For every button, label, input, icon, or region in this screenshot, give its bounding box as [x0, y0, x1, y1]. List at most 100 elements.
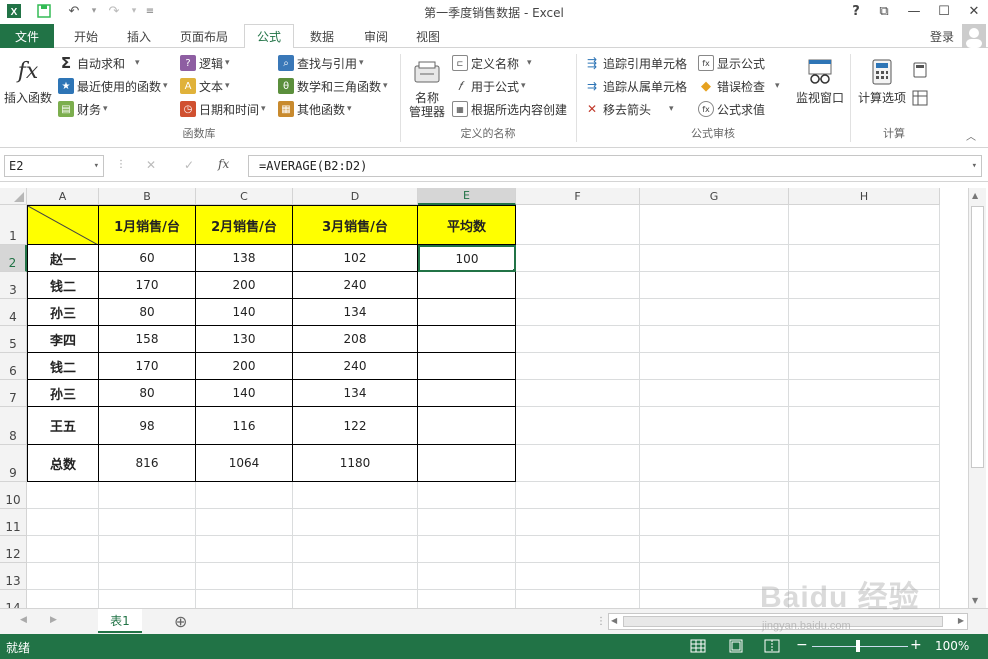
cell[interactable]: [789, 245, 940, 272]
avatar[interactable]: [962, 24, 986, 48]
zoom-in-icon[interactable]: +: [910, 637, 922, 653]
table-cell[interactable]: 240: [293, 272, 418, 299]
table-cell[interactable]: 130: [196, 326, 293, 353]
table-cell[interactable]: 200: [196, 353, 293, 380]
row-header-1[interactable]: 1: [0, 205, 27, 245]
row-header-7[interactable]: 7: [0, 380, 27, 407]
cell[interactable]: [640, 205, 789, 245]
cell[interactable]: [418, 563, 516, 590]
cell[interactable]: [789, 536, 940, 563]
vertical-scrollbar[interactable]: ▲ ▼: [968, 188, 986, 608]
cell[interactable]: [789, 299, 940, 326]
add-sheet-icon[interactable]: ⊕: [174, 612, 187, 631]
row-header-2[interactable]: 2: [0, 245, 27, 272]
cell[interactable]: [640, 380, 789, 407]
cell[interactable]: [27, 590, 99, 608]
insert-function-icon[interactable]: fx: [218, 157, 229, 171]
name-manager-button[interactable]: 名称 管理器: [406, 56, 448, 119]
tab-data[interactable]: 数据: [298, 24, 346, 48]
table-cell[interactable]: 1064: [196, 445, 293, 482]
cell[interactable]: [27, 536, 99, 563]
scroll-left-icon[interactable]: ◀: [611, 616, 617, 625]
table-header-cell[interactable]: 2月销售/台: [196, 205, 293, 245]
cell[interactable]: [640, 482, 789, 509]
table-cell[interactable]: 60: [99, 245, 196, 272]
column-header-e[interactable]: E: [418, 188, 516, 205]
table-cell[interactable]: 1180: [293, 445, 418, 482]
tab-page-layout[interactable]: 页面布局: [168, 24, 240, 48]
name-box[interactable]: E2 ▾: [4, 155, 104, 177]
row-header-9[interactable]: 9: [0, 445, 27, 482]
cell[interactable]: [418, 590, 516, 608]
calculate-now-icon[interactable]: [912, 62, 928, 78]
table-cell[interactable]: 200: [196, 272, 293, 299]
more-functions-button[interactable]: ▦ 其他函数 ▾: [278, 99, 352, 119]
row-header-13[interactable]: 13: [0, 563, 27, 590]
cell[interactable]: [640, 445, 789, 482]
cell[interactable]: [99, 563, 196, 590]
cell[interactable]: [789, 407, 940, 445]
table-cell[interactable]: 158: [99, 326, 196, 353]
show-formulas-button[interactable]: fx 显示公式: [698, 53, 765, 73]
cell[interactable]: [640, 272, 789, 299]
prev-sheet-icon[interactable]: ◀: [20, 615, 27, 625]
cell[interactable]: [293, 563, 418, 590]
close-button[interactable]: ✕: [960, 0, 988, 22]
cell[interactable]: [516, 407, 640, 445]
cell[interactable]: [99, 536, 196, 563]
row-header-12[interactable]: 12: [0, 536, 27, 563]
table-cell[interactable]: 816: [99, 445, 196, 482]
table-cell[interactable]: 122: [293, 407, 418, 445]
cell[interactable]: [196, 536, 293, 563]
table-cell[interactable]: [418, 353, 516, 380]
insert-function-button[interactable]: fx 插入函数: [4, 56, 52, 106]
page-break-view-icon[interactable]: [764, 639, 780, 653]
scroll-right-icon[interactable]: ▶: [958, 616, 964, 625]
help-button[interactable]: ?: [842, 0, 870, 22]
row-header-14[interactable]: 14: [0, 590, 27, 608]
text-button[interactable]: A 文本 ▾: [180, 76, 230, 96]
datetime-button[interactable]: ◷ 日期和时间 ▾: [180, 99, 266, 119]
trace-precedents-button[interactable]: ⇶ 追踪引用单元格: [584, 53, 687, 73]
table-header-cell[interactable]: 3月销售/台: [293, 205, 418, 245]
watch-window-button[interactable]: 监视窗口: [794, 56, 846, 105]
tab-file[interactable]: 文件: [0, 24, 54, 48]
define-name-button[interactable]: ⊏ 定义名称 ▾: [452, 53, 532, 73]
cell[interactable]: [418, 536, 516, 563]
error-checking-button[interactable]: ◆ 错误检查 ▾: [698, 76, 780, 96]
scroll-up-icon[interactable]: ▲: [972, 191, 978, 200]
lookup-reference-button[interactable]: ⌕ 查找与引用 ▾: [278, 53, 364, 73]
row-label-cell[interactable]: 李四: [27, 326, 99, 353]
zoom-slider[interactable]: [812, 646, 908, 647]
column-header-c[interactable]: C: [196, 188, 293, 205]
row-label-cell[interactable]: 钱二: [27, 353, 99, 380]
calculation-options-button[interactable]: 计算选项: [856, 56, 908, 105]
expand-formula-bar-icon[interactable]: ▾: [972, 161, 977, 171]
trace-dependents-button[interactable]: ⇉ 追踪从属单元格: [584, 76, 687, 96]
cell[interactable]: [516, 536, 640, 563]
table-cell[interactable]: 208: [293, 326, 418, 353]
row-label-cell[interactable]: 钱二: [27, 272, 99, 299]
table-cell[interactable]: 138: [196, 245, 293, 272]
cell[interactable]: [196, 509, 293, 536]
next-sheet-icon[interactable]: ▶: [50, 615, 57, 625]
table-header-cell[interactable]: 1月销售/台: [99, 205, 196, 245]
math-trig-button[interactable]: θ 数学和三角函数 ▾: [278, 76, 388, 96]
cell[interactable]: [516, 590, 640, 608]
cell[interactable]: [640, 509, 789, 536]
cell[interactable]: [27, 482, 99, 509]
cell[interactable]: [293, 536, 418, 563]
cell[interactable]: [196, 482, 293, 509]
column-header-a[interactable]: A: [27, 188, 99, 205]
cell[interactable]: [640, 299, 789, 326]
row-header-4[interactable]: 4: [0, 299, 27, 326]
table-cell[interactable]: 116: [196, 407, 293, 445]
ribbon-display-options-button[interactable]: ⧉: [870, 0, 898, 22]
maximize-button[interactable]: ☐: [930, 0, 958, 22]
minimize-button[interactable]: —: [900, 0, 928, 22]
cell[interactable]: [789, 272, 940, 299]
row-header-11[interactable]: 11: [0, 509, 27, 536]
cell[interactable]: [27, 563, 99, 590]
cell[interactable]: [99, 482, 196, 509]
table-cell[interactable]: [418, 299, 516, 326]
